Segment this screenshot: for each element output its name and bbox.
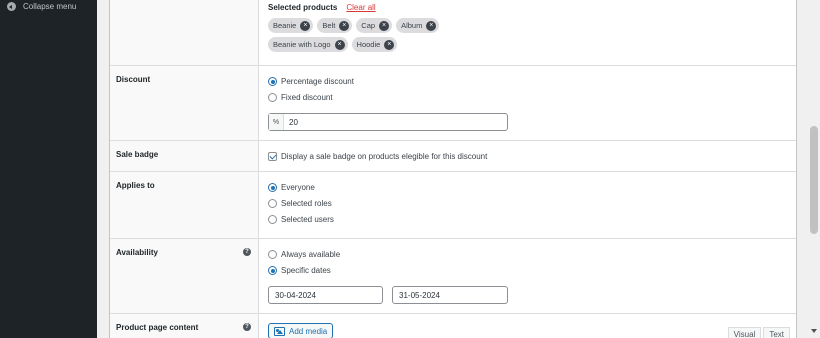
radio-fixed-discount[interactable]: Fixed discount: [268, 93, 333, 102]
collapse-menu-button[interactable]: Collapse menu: [7, 2, 76, 11]
radio-always-available[interactable]: Always available: [268, 250, 340, 259]
product-page-content-row: Product page content ? Add media Visual …: [110, 314, 796, 338]
radio-selected-users[interactable]: Selected users: [268, 215, 334, 224]
radio-button[interactable]: [268, 77, 277, 86]
product-chip: Cap ×: [356, 18, 393, 33]
product-chip: Hoodie ×: [351, 37, 398, 52]
radio-label: Always available: [281, 250, 341, 259]
radio-everyone[interactable]: Everyone: [268, 183, 315, 192]
content-gutter: [97, 0, 109, 338]
discount-row: Discount Percentage discount Fixed disco…: [110, 66, 796, 141]
remove-icon[interactable]: ×: [426, 20, 437, 31]
settings-panel: Selected products Clear all Beanie × Belt…: [109, 0, 797, 338]
tab-text[interactable]: Text: [763, 327, 790, 338]
radio-label: Everyone: [281, 183, 315, 192]
chip-label: Cap: [361, 21, 376, 30]
radio-label: Fixed discount: [281, 93, 333, 102]
product-chip: Beanie ×: [268, 18, 314, 33]
scroll-down-icon[interactable]: [811, 329, 817, 333]
chip-label: Beanie with Logo: [273, 40, 331, 49]
chip-label: Beanie: [273, 21, 297, 30]
remove-icon[interactable]: ×: [379, 20, 390, 31]
clear-all-link[interactable]: Clear all: [346, 3, 375, 12]
chip-label: Album: [401, 21, 423, 30]
sale-badge-content: Display a sale badge on products elegibl…: [259, 141, 796, 171]
admin-sidebar: Collapse menu: [0, 0, 97, 338]
media-icon: [274, 326, 285, 336]
discount-content: Percentage discount Fixed discount % 20: [259, 66, 796, 140]
products-content: Selected products Clear all Beanie × Belt…: [259, 0, 796, 65]
radio-selected-roles[interactable]: Selected roles: [268, 199, 332, 208]
remove-icon[interactable]: ×: [339, 20, 350, 31]
discount-value[interactable]: 20: [284, 118, 298, 127]
checkbox[interactable]: [268, 152, 277, 161]
add-media-button[interactable]: Add media: [268, 323, 334, 338]
radio-label: Percentage discount: [281, 77, 354, 86]
radio-label: Selected roles: [281, 199, 332, 208]
radio-button[interactable]: [268, 215, 277, 224]
help-icon[interactable]: ?: [243, 248, 251, 256]
radio-button[interactable]: [268, 250, 277, 259]
radio-label: Selected users: [281, 215, 334, 224]
radio-button[interactable]: [268, 199, 277, 208]
sale-badge-label: Sale badge: [110, 141, 259, 171]
radio-button[interactable]: [268, 266, 277, 275]
remove-icon[interactable]: ×: [384, 39, 395, 50]
availability-label: Availability: [116, 248, 158, 257]
product-chip: Album ×: [396, 18, 440, 33]
radio-specific-dates[interactable]: Specific dates: [268, 266, 331, 275]
availability-row: Availability ? Always available Specific…: [110, 239, 796, 314]
sale-badge-row: Sale badge Display a sale badge on produ…: [110, 141, 796, 172]
radio-button[interactable]: [268, 93, 277, 102]
collapse-arrow-icon: [7, 2, 16, 11]
applies-to-row: Applies to Everyone Selected roles Selec…: [110, 172, 796, 239]
collapse-menu-label: Collapse menu: [23, 2, 77, 11]
help-icon[interactable]: ?: [243, 323, 251, 331]
start-date-field[interactable]: 30-04-2024: [268, 286, 383, 304]
products-row: Selected products Clear all Beanie × Belt…: [110, 0, 796, 66]
discount-label: Discount: [110, 66, 259, 140]
radio-label: Specific dates: [281, 266, 331, 275]
radio-button[interactable]: [268, 183, 277, 192]
page-scrollbar[interactable]: [808, 0, 820, 338]
remove-icon[interactable]: ×: [334, 39, 345, 50]
product-page-label: Product page content: [116, 323, 199, 332]
end-date-field[interactable]: 31-05-2024: [392, 286, 508, 304]
tab-visual[interactable]: Visual: [727, 327, 762, 338]
checkbox-label: Display a sale badge on products elegibl…: [281, 152, 488, 161]
editor-tabs: Visual Text: [727, 327, 790, 338]
chip-label: Belt: [322, 21, 336, 30]
radio-percentage-discount[interactable]: Percentage discount: [268, 77, 354, 86]
product-page-label-cell: Product page content ?: [110, 314, 259, 338]
product-page-content: Add media Visual Text: [259, 314, 796, 338]
chip-label: Hoodie: [356, 40, 381, 49]
availability-content: Always available Specific dates 30-04-20…: [259, 239, 796, 313]
add-media-label: Add media: [289, 326, 328, 336]
selected-products-title: Selected products: [268, 3, 338, 12]
products-label-cell: [110, 0, 259, 65]
product-chip: Belt ×: [317, 18, 353, 33]
discount-amount-field[interactable]: % 20: [268, 113, 508, 131]
scrollbar-thumb[interactable]: [810, 126, 818, 234]
sale-badge-checkbox[interactable]: Display a sale badge on products elegibl…: [268, 152, 487, 161]
percent-prefix: %: [269, 114, 284, 130]
product-chip: Beanie with Logo ×: [268, 37, 348, 52]
remove-icon[interactable]: ×: [300, 20, 311, 31]
applies-to-content: Everyone Selected roles Selected users: [259, 172, 796, 238]
product-chips: Beanie × Belt × Cap × Album × Beanie with Lo…: [268, 18, 468, 52]
applies-to-label: Applies to: [110, 172, 259, 238]
availability-label-cell: Availability ?: [110, 239, 259, 313]
